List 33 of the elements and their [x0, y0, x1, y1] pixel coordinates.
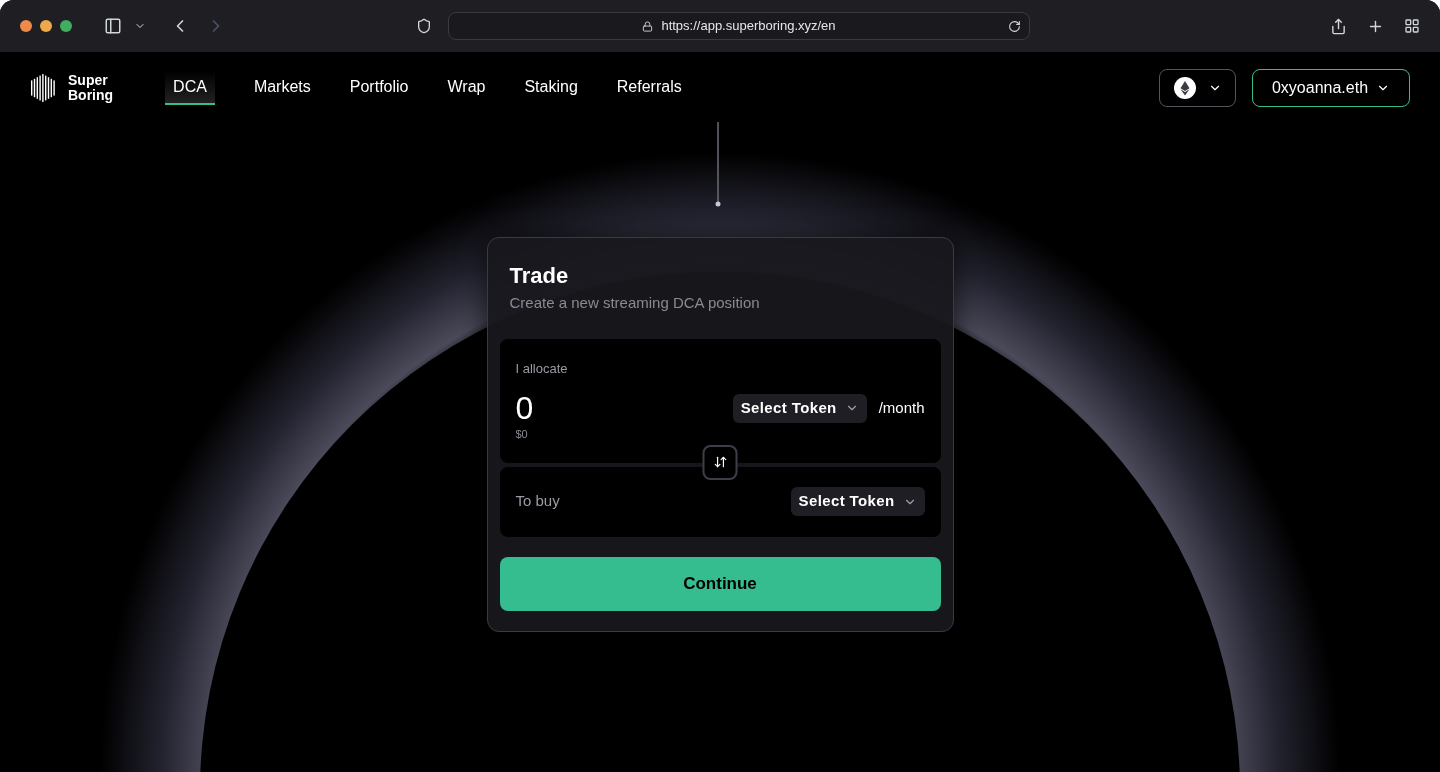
shield-icon[interactable] [416, 18, 432, 34]
nav-tab[interactable]: DCA [165, 71, 215, 105]
amount-field[interactable]: 0 [515, 390, 666, 426]
card-title: Trade [509, 262, 570, 290]
period-text: /month [878, 397, 925, 418]
swap-direction-button[interactable] [702, 444, 738, 480]
continue-button[interactable]: Continue [499, 556, 941, 611]
logo-text: Super Boring [68, 73, 114, 103]
nav-tab[interactable]: Markets [253, 71, 311, 105]
account-button[interactable]: 0xyoanna.eth [1252, 69, 1410, 107]
lock-icon [642, 20, 654, 32]
card-subtitle: Create a new streaming DCA position [509, 293, 761, 313]
nav-tab[interactable]: Portfolio [349, 71, 409, 105]
allocate-label: I allocate [515, 359, 569, 378]
tab-overview-icon[interactable] [1404, 18, 1420, 34]
minimize-window-icon[interactable] [40, 20, 52, 32]
close-window-icon[interactable] [20, 20, 32, 32]
share-icon[interactable] [1330, 17, 1347, 35]
maximize-window-icon[interactable] [60, 20, 72, 32]
nav-tab[interactable]: Referrals [616, 71, 682, 105]
nav-tab[interactable]: Wrap [447, 71, 486, 105]
ethereum-icon [1173, 77, 1196, 99]
sidebar-icon[interactable] [104, 17, 122, 35]
select-token-button[interactable]: Select Token [790, 487, 925, 516]
url-text: https://app.superboring.xyz/en [661, 17, 836, 36]
usd-value: $0 [515, 427, 529, 442]
swap-icon [713, 455, 727, 469]
buy-label: To buy [515, 491, 560, 512]
network-button[interactable] [1159, 69, 1236, 107]
select-token-button[interactable]: Select Token [732, 393, 867, 423]
nav-tab[interactable]: Staking [524, 71, 578, 105]
reload-icon[interactable] [1008, 19, 1021, 33]
address-bar[interactable]: https://app.superboring.xyz/en [448, 12, 1030, 40]
